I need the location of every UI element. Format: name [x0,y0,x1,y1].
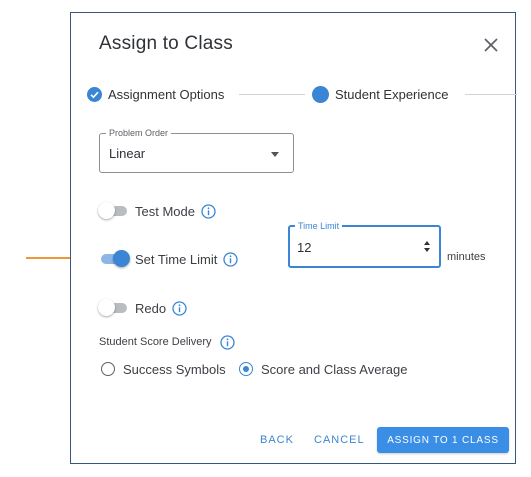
radio-label: Score and Class Average [261,361,408,377]
radio-score-and-class-average[interactable]: Score and Class Average [239,360,407,378]
step-student-experience[interactable]: Student Experience [312,83,448,105]
info-icon[interactable] [223,251,239,267]
set-time-limit-label: Set Time Limit [135,251,218,267]
test-mode-toggle[interactable] [98,201,130,221]
toggle-knob [98,299,115,316]
active-step-icon [312,85,329,103]
problem-order-select[interactable]: Problem Order Linear [99,128,294,173]
time-limit-field-label: Time Limit [295,221,343,231]
test-mode-label: Test Mode [135,203,195,219]
step-connector [465,94,517,95]
time-limit-row: Set Time Limit [98,249,239,269]
step-label: Assignment Options [108,86,225,102]
info-icon[interactable] [201,203,216,219]
redo-row: Redo [98,298,187,318]
stepper: Assignment Options Student Experience [87,83,517,107]
radio-success-symbols[interactable]: Success Symbols [101,360,226,378]
redo-toggle[interactable] [98,298,130,318]
toggle-knob [113,250,130,267]
radio-button[interactable] [101,362,115,376]
toggle-knob [98,202,115,219]
back-button[interactable]: BACK [260,434,294,446]
step-connector [239,94,305,95]
spinner-arrows-icon[interactable] [423,240,432,254]
assign-to-class-button[interactable]: ASSIGN TO 1 CLASS [377,427,509,453]
radio-label: Success Symbols [123,361,226,377]
problem-order-value: Linear [109,146,146,161]
time-limit-input[interactable]: Time Limit 12 [288,221,441,268]
time-limit-value: 12 [297,240,312,255]
redo-label: Redo [135,300,167,316]
assign-dialog: Assign to Class Assignment Options Stude… [70,12,517,464]
caret-down-icon [271,152,279,157]
check-circle-icon [87,86,102,102]
info-icon[interactable] [219,334,235,350]
minutes-unit-label: minutes [447,251,486,263]
step-label: Student Experience [335,86,449,102]
info-icon[interactable] [172,300,187,316]
test-mode-row: Test Mode [98,201,216,221]
close-icon[interactable] [481,35,501,55]
cancel-button[interactable]: CANCEL [314,434,365,446]
set-time-limit-toggle[interactable] [98,249,130,269]
step-assignment-options[interactable]: Assignment Options [87,83,224,105]
score-delivery-heading: Student Score Delivery [99,334,235,350]
score-delivery-label: Student Score Delivery [99,336,212,348]
radio-button[interactable] [239,362,253,376]
dialog-title: Assign to Class [99,33,233,54]
problem-order-label: Problem Order [106,128,172,138]
